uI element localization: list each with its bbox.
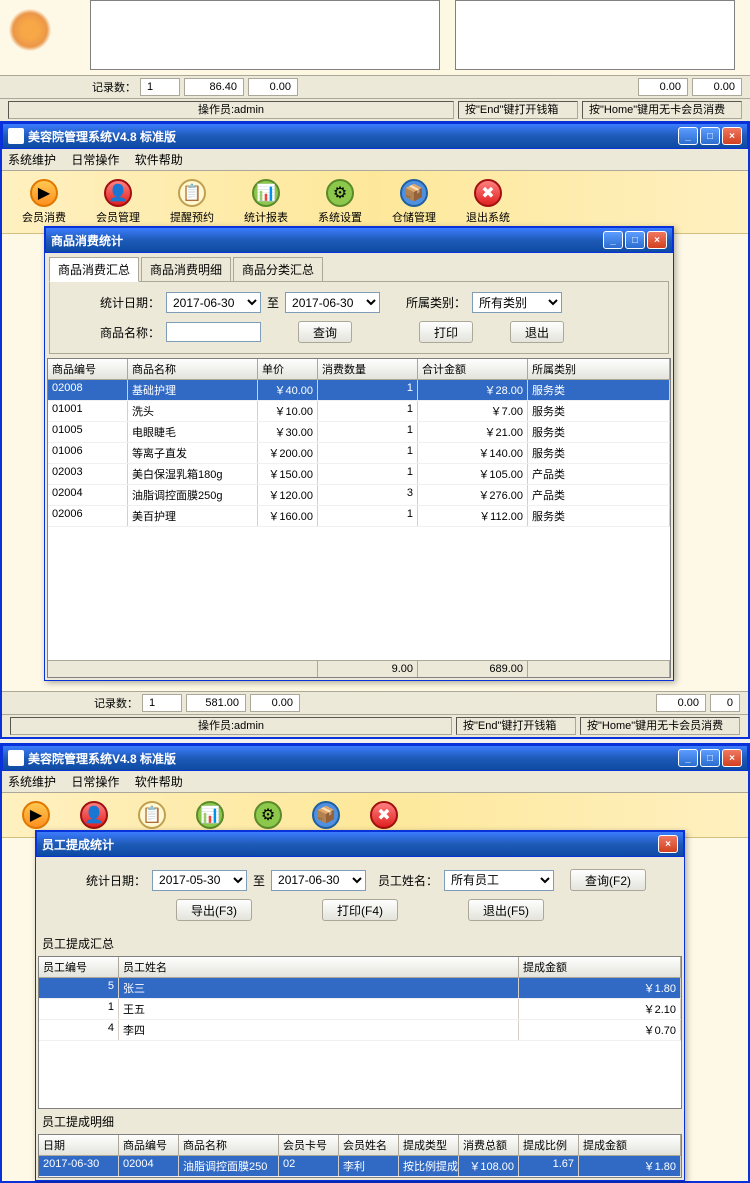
app-titlebar: 美容院管理系统V4.8 标准版 _ □ × (2, 123, 748, 149)
minimize-button[interactable]: _ (678, 749, 698, 767)
tab-summary[interactable]: 商品消费汇总 (49, 257, 139, 282)
play-icon: ▶ (30, 179, 58, 207)
dialog2-close[interactable]: × (658, 835, 678, 853)
menu-daily[interactable]: 日常操作 (71, 153, 119, 167)
table-row[interactable]: 01001洗头￥10.001￥7.00服务类 (48, 401, 670, 422)
table-row[interactable]: 01005电眼睫毛￥30.001￥21.00服务类 (48, 422, 670, 443)
table-row[interactable]: 1王五￥2.10 (39, 999, 681, 1020)
query-button-2[interactable]: 查询(F2) (570, 869, 646, 891)
close-button[interactable]: × (722, 127, 742, 145)
product-name-input[interactable] (166, 322, 261, 342)
toolbar-exit[interactable]: ✖退出系统 (466, 179, 510, 225)
exit-icon: ✖ (474, 179, 502, 207)
col-cat[interactable]: 所属类别 (528, 359, 670, 379)
menu-maintain[interactable]: 系统维护 (8, 153, 56, 167)
tab-detail[interactable]: 商品消费明细 (141, 257, 231, 281)
close-button[interactable]: × (722, 749, 742, 767)
app-title: 美容院管理系统V4.8 标准版 (28, 128, 176, 145)
table-row[interactable]: 02008基础护理￥40.001￥28.00服务类 (48, 380, 670, 401)
name-label: 商品名称： (60, 324, 160, 341)
dialog1-minimize[interactable]: _ (603, 231, 623, 249)
col-id[interactable]: 商品编号 (48, 359, 128, 379)
tab-category[interactable]: 商品分类汇总 (233, 257, 323, 281)
employee-commission-dialog: 员工提成统计 × 统计日期： 2017-05-30 至 2017-06-30 员… (35, 830, 685, 1181)
print-button-2[interactable]: 打印(F4) (322, 899, 398, 921)
toolbar: ▶会员消费 👤会员管理 📋提醒预约 📊统计报表 ⚙系统设置 📦仓储管理 ✖退出系… (2, 171, 748, 234)
status-row-mid: 记录数： 1 581.00 0.00 0.00 0 (2, 691, 748, 714)
user-icon: 👤 (80, 801, 108, 829)
user-icon: 👤 (104, 179, 132, 207)
table-row[interactable]: 01006等离子直发￥200.001￥140.00服务类 (48, 443, 670, 464)
maximize-button[interactable]: □ (700, 127, 720, 145)
col-price[interactable]: 单价 (258, 359, 318, 379)
app-icon (8, 128, 24, 144)
table-row[interactable]: 02003美白保湿乳箱180g￥150.001￥105.00产品类 (48, 464, 670, 485)
exit-button[interactable]: 退出 (510, 321, 564, 343)
maximize-button[interactable]: □ (700, 749, 720, 767)
play-icon: ▶ (22, 801, 50, 829)
toolbar-store[interactable]: 📦仓储管理 (392, 179, 436, 225)
print-button[interactable]: 打印 (419, 321, 473, 343)
employee-select[interactable]: 所有员工 (444, 870, 554, 891)
menu-help[interactable]: 软件帮助 (135, 153, 183, 167)
dialog2-titlebar: 员工提成统计 × (36, 831, 684, 857)
footer-total: 689.00 (418, 661, 528, 677)
gear-icon: ⚙ (254, 801, 282, 829)
app-titlebar-2: 美容院管理系统V4.8 标准版 _ □ × (2, 745, 748, 771)
exit-button-2[interactable]: 退出(F5) (468, 899, 544, 921)
toolbar-remind[interactable]: 📋提醒预约 (170, 179, 214, 225)
toolbar-consume[interactable]: ▶会员消费 (22, 179, 66, 225)
dialog1-close[interactable]: × (647, 231, 667, 249)
date-label: 统计日期： (60, 294, 160, 311)
note-icon: 📋 (178, 179, 206, 207)
box-icon: 📦 (400, 179, 428, 207)
employee-summary-grid: 员工编号 员工姓名 提成金额 5张三￥1.801王五￥2.104李四￥0.70 (38, 956, 682, 1109)
col-name[interactable]: 商品名称 (128, 359, 258, 379)
col-total[interactable]: 合计金额 (418, 359, 528, 379)
toolbar-settings[interactable]: ⚙系统设置 (318, 179, 362, 225)
dialog2-title: 员工提成统计 (42, 836, 114, 853)
status-row-top: 记录数： 1 86.40 0.00 0.00 0.00 (0, 75, 750, 98)
category-select[interactable]: 所有类别 (472, 292, 562, 313)
query-button[interactable]: 查询 (298, 321, 352, 343)
dialog1-title: 商品消费统计 (51, 232, 123, 249)
table-row[interactable]: 02004油脂调控面膜250g￥120.003￥276.00产品类 (48, 485, 670, 506)
note-icon: 📋 (138, 801, 166, 829)
date-from-select-2[interactable]: 2017-05-30 (152, 870, 247, 891)
table-row[interactable]: 02006美百护理￥160.001￥112.00服务类 (48, 506, 670, 527)
table-row[interactable]: 2017-06-3002004油脂调控面膜25002李利按比例提成￥108.00… (39, 1156, 681, 1177)
menubar: 系统维护 日常操作 软件帮助 (2, 149, 748, 171)
exit-icon: ✖ (370, 801, 398, 829)
product-grid: 商品编号 商品名称 单价 消费数量 合计金额 所属类别 02008基础护理￥40… (47, 358, 671, 678)
records-val: 1 (140, 78, 180, 96)
toolbar-member[interactable]: 👤会员管理 (96, 179, 140, 225)
dialog1-titlebar: 商品消费统计 _ □ × (45, 227, 673, 253)
date-to-select-2[interactable]: 2017-06-30 (271, 870, 366, 891)
dialog1-tabs: 商品消费汇总 商品消费明细 商品分类汇总 (45, 253, 673, 281)
footer-qty: 9.00 (318, 661, 418, 677)
col-qty[interactable]: 消费数量 (318, 359, 418, 379)
section-detail: 员工提成明细 (36, 1111, 684, 1132)
statusbar: 操作员:admin 按"End"键打开钱箱 按"Home"键用无卡会员消费 (0, 98, 750, 121)
date-from-select[interactable]: 2017-06-30 (166, 292, 261, 313)
chart-icon: 📊 (196, 801, 224, 829)
table-row[interactable]: 4李四￥0.70 (39, 1020, 681, 1041)
minimize-button[interactable]: _ (678, 127, 698, 145)
box-icon: 📦 (312, 801, 340, 829)
section-summary: 员工提成汇总 (36, 933, 684, 954)
chart-icon: 📊 (252, 179, 280, 207)
dialog1-maximize[interactable]: □ (625, 231, 645, 249)
table-row[interactable]: 5张三￥1.80 (39, 978, 681, 999)
records-label: 记录数： (92, 79, 136, 95)
toolbar-stats[interactable]: 📊统计报表 (244, 179, 288, 225)
cat-label: 所属类别： (406, 294, 466, 311)
date-to-select[interactable]: 2017-06-30 (285, 292, 380, 313)
employee-detail-grid: 日期 商品编号 商品名称 会员卡号 会员姓名 提成类型 消费总额 提成比例 提成… (38, 1134, 682, 1178)
product-stats-dialog: 商品消费统计 _ □ × 商品消费汇总 商品消费明细 商品分类汇总 统计日期： … (44, 226, 674, 681)
gear-icon: ⚙ (326, 179, 354, 207)
export-button[interactable]: 导出(F3) (176, 899, 252, 921)
app-icon (8, 750, 24, 766)
